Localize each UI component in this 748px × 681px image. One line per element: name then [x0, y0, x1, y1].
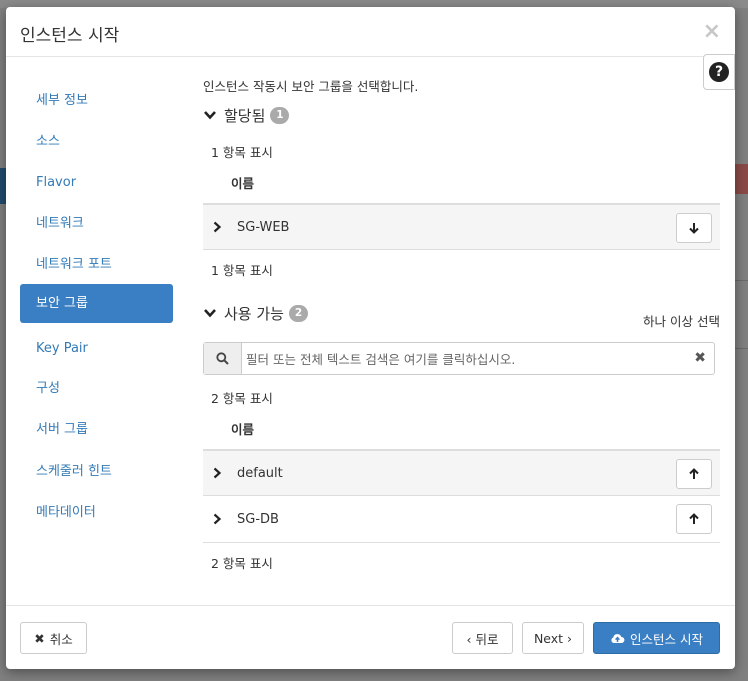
- close-icon: ✖: [34, 630, 45, 646]
- launch-label: 인스턴스 시작: [630, 631, 703, 647]
- select-hint: 하나 이상 선택: [643, 314, 720, 329]
- table-row: SG-DB: [203, 496, 720, 543]
- next-button[interactable]: Next ›: [522, 622, 584, 654]
- background-divider: [735, 348, 748, 349]
- table-row: default: [203, 449, 720, 496]
- cancel-button[interactable]: ✖ 취소: [20, 622, 87, 654]
- table-row: SG-WEB: [203, 203, 720, 250]
- allocated-items-count-bottom: 1 항목 표시: [211, 263, 273, 278]
- question-icon: ?: [709, 62, 729, 82]
- dialog-title: 인스턴스 시작: [20, 26, 120, 46]
- dialog-header: 인스턴스 시작 ×: [6, 7, 735, 57]
- available-title: 사용 가능: [224, 304, 284, 323]
- nav-item-key-pair[interactable]: Key Pair: [20, 330, 173, 368]
- nav-item-details[interactable]: 세부 정보: [20, 82, 173, 120]
- allocate-button[interactable]: [676, 504, 712, 534]
- chevron-down-icon: [204, 111, 216, 120]
- search-icon: [216, 352, 229, 365]
- clear-filter-icon[interactable]: ✖: [694, 350, 706, 366]
- arrow-up-icon: [689, 513, 699, 524]
- allocated-title: 할당됨: [224, 106, 266, 125]
- allocated-items-count: 1 항목 표시: [211, 145, 273, 160]
- row-name: SG-WEB: [237, 219, 290, 235]
- cancel-label: 취소: [49, 631, 73, 647]
- launch-instance-dialog: 인스턴스 시작 × ? 세부 정보 소스 Flavor 네트워크 네트워크 포트…: [6, 7, 735, 669]
- available-items-count-bottom: 2 항목 표시: [211, 556, 273, 571]
- nav-item-network-ports[interactable]: 네트워크 포트: [20, 246, 173, 284]
- deallocate-button[interactable]: [676, 213, 712, 243]
- back-button[interactable]: ‹ 뒤로: [452, 622, 513, 654]
- allocated-count-badge: 1: [270, 106, 290, 124]
- arrow-up-icon: [689, 468, 699, 479]
- available-column-name: 이름: [231, 422, 255, 437]
- chevron-right-icon[interactable]: [211, 221, 223, 233]
- nav-item-flavor[interactable]: Flavor: [20, 164, 173, 202]
- intro-text: 인스턴스 작동시 보안 그룹을 선택합니다.: [203, 79, 419, 94]
- nav-item-networks[interactable]: 네트워크: [20, 205, 173, 243]
- filter-input[interactable]: [246, 349, 686, 369]
- background-button-edge: [735, 164, 748, 194]
- help-button[interactable]: ?: [703, 54, 735, 90]
- available-items-count: 2 항목 표시: [211, 391, 273, 406]
- arrow-down-icon: [689, 223, 699, 234]
- allocate-button[interactable]: [676, 459, 712, 489]
- background-divider: [735, 280, 748, 281]
- cloud-upload-icon: [611, 633, 625, 643]
- row-name: default: [237, 465, 283, 481]
- nav-item-metadata[interactable]: 메타데이터: [20, 494, 173, 532]
- close-icon[interactable]: ×: [703, 19, 721, 44]
- allocated-column-name: 이름: [231, 176, 255, 191]
- nav-item-source[interactable]: 소스: [20, 123, 173, 161]
- row-name: SG-DB: [237, 511, 279, 527]
- chevron-right-icon[interactable]: [211, 467, 223, 479]
- available-count-badge: 2: [288, 304, 308, 322]
- chevron-down-icon: [204, 309, 216, 318]
- allocated-section-toggle[interactable]: 할당됨 1: [203, 104, 290, 126]
- nav-item-scheduler-hints[interactable]: 스케줄러 힌트: [20, 453, 173, 491]
- filter-addon: [204, 343, 242, 374]
- dialog-footer: ✖ 취소 ‹ 뒤로 Next › 인스턴스 시작: [6, 605, 735, 669]
- filter-box: ✖: [203, 342, 715, 375]
- nav-item-security-groups[interactable]: 보안 그룹: [20, 284, 173, 323]
- chevron-right-icon[interactable]: [211, 513, 223, 525]
- nav-item-configuration[interactable]: 구성: [20, 370, 173, 408]
- launch-instance-button[interactable]: 인스턴스 시작: [593, 622, 720, 654]
- nav-item-server-groups[interactable]: 서버 그룹: [20, 411, 173, 449]
- available-section-toggle[interactable]: 사용 가능 2: [203, 302, 308, 324]
